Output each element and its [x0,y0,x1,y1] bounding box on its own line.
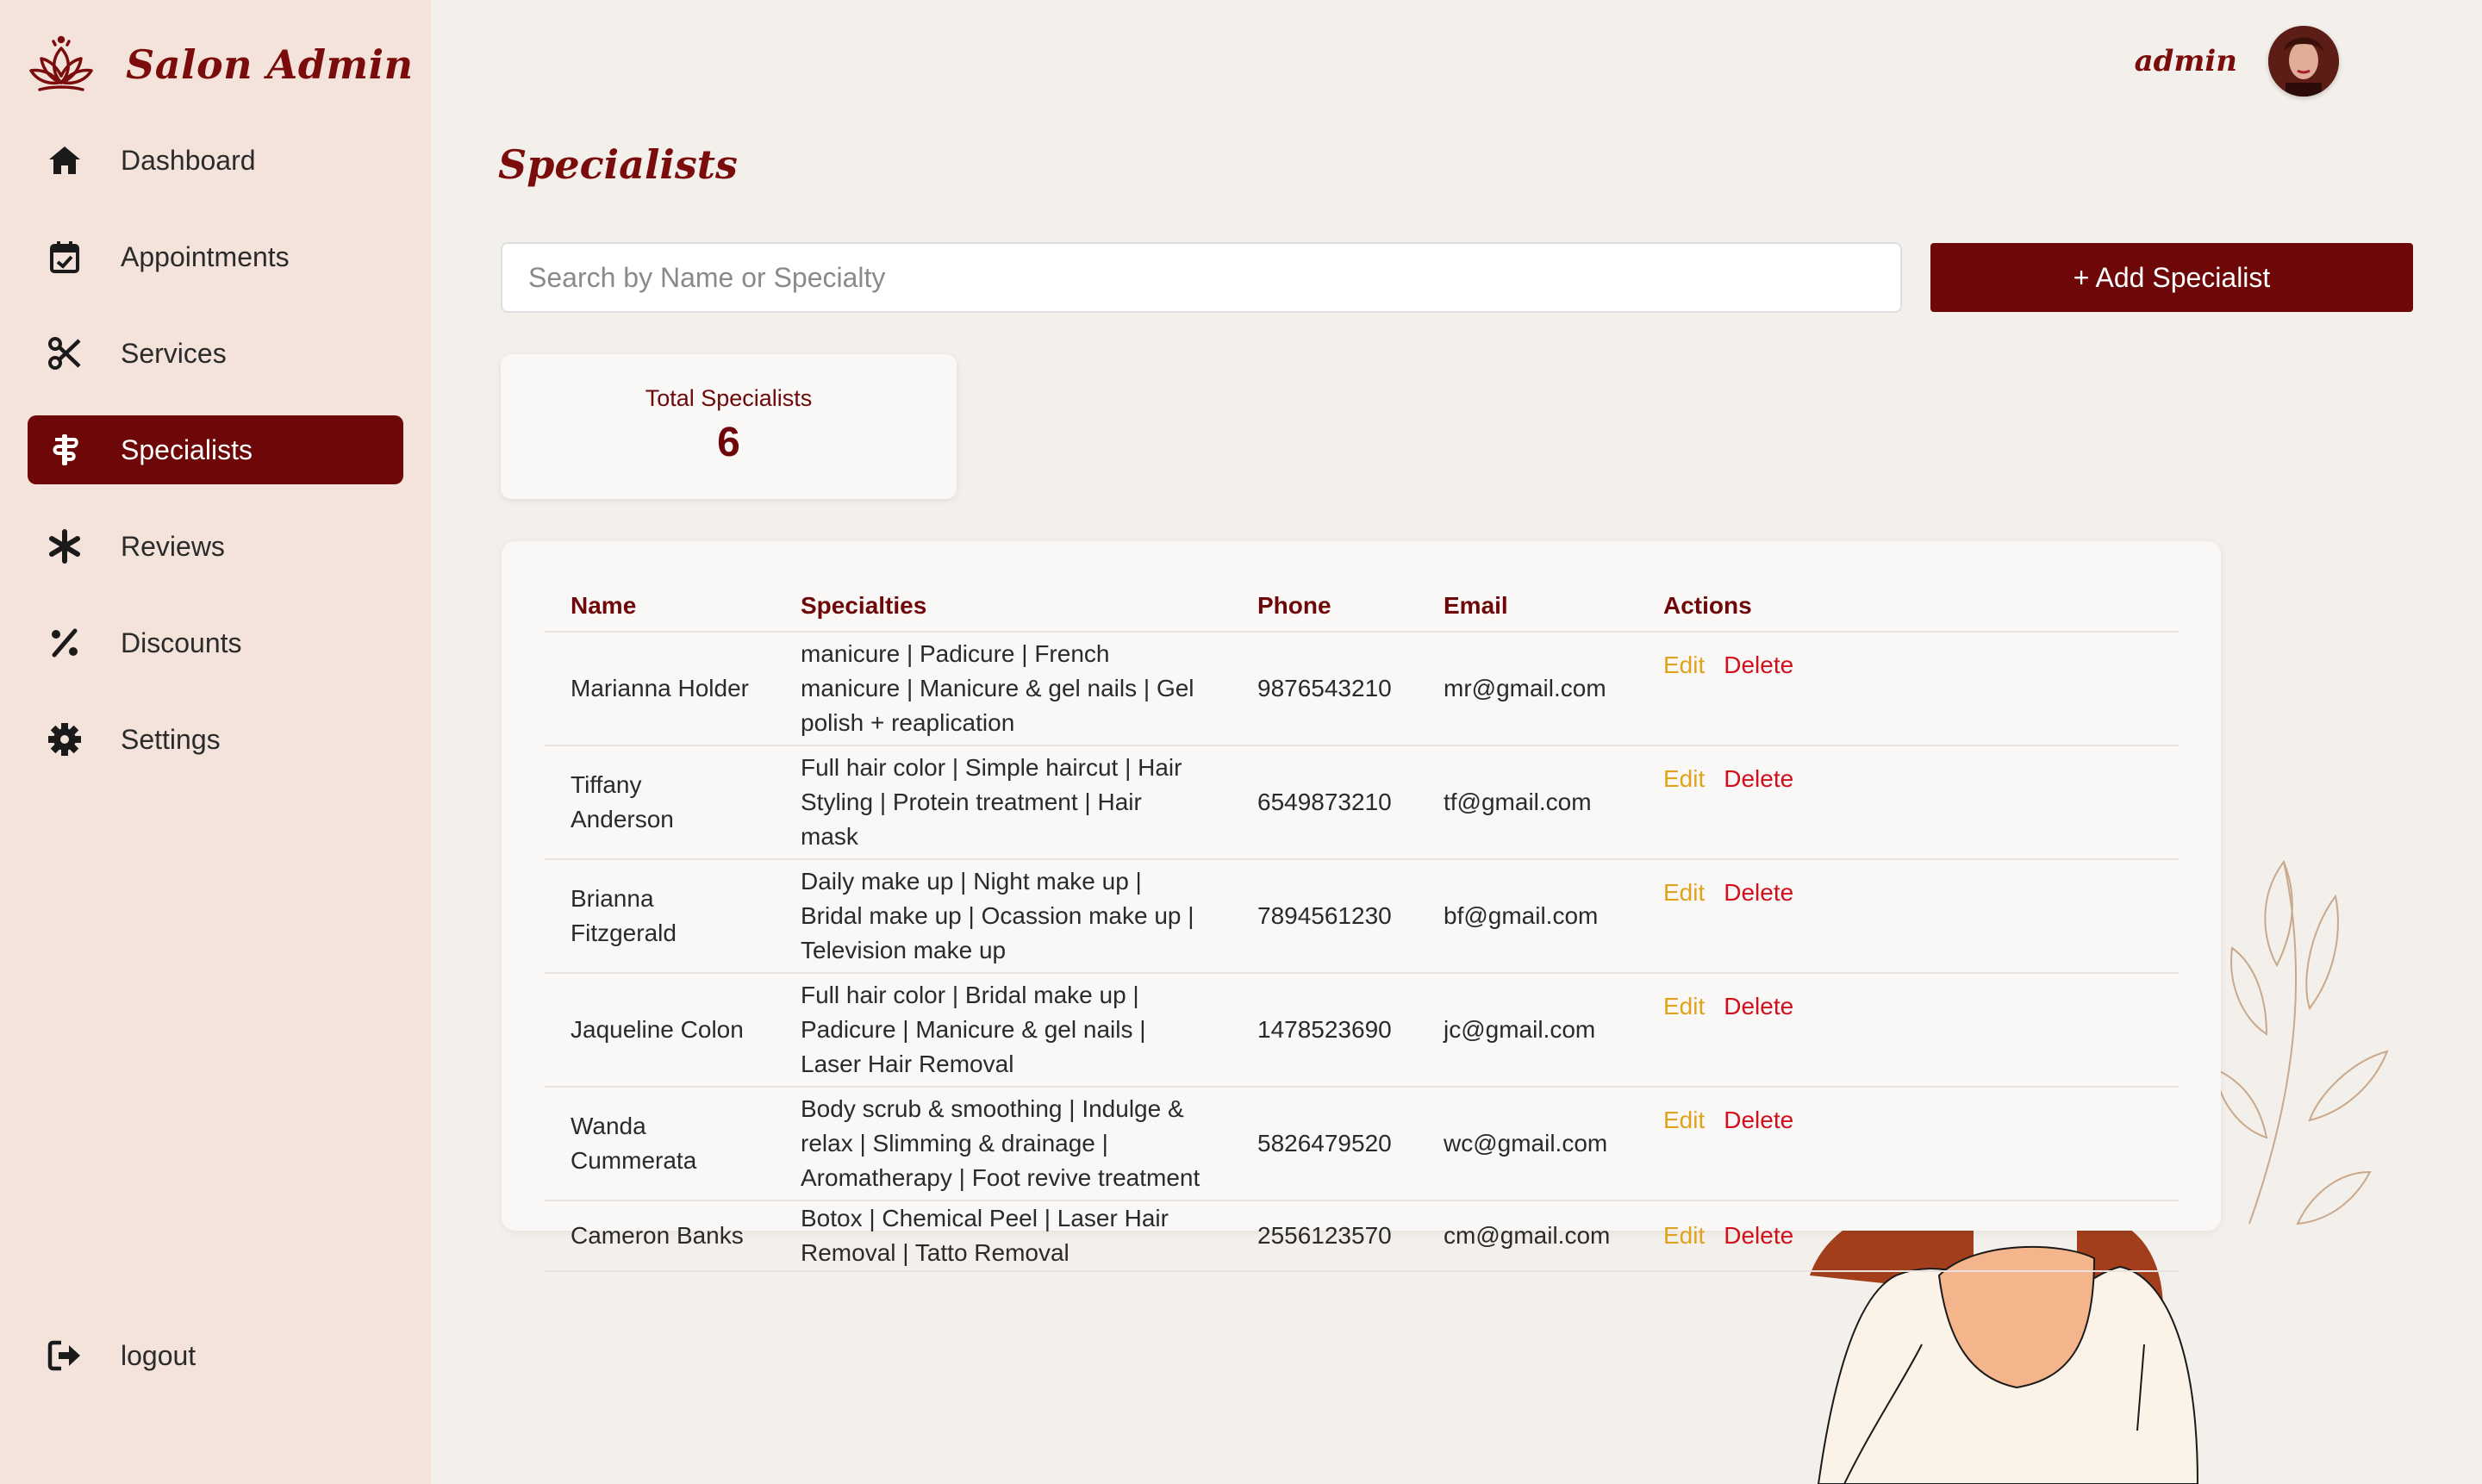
delete-button[interactable]: Delete [1724,765,1793,792]
search-input[interactable] [501,242,1902,313]
cell-name: Tiffany Anderson [545,745,775,860]
cell-name: Brianna Fitzgerald [545,859,775,974]
column-header-phone[interactable]: Phone [1232,581,1418,633]
gear-icon [47,721,83,758]
logout-button[interactable]: logout [28,1321,403,1390]
sidebar-item-settings[interactable]: Settings [28,705,403,774]
page-title: Specialists [498,141,738,188]
logout-label: logout [121,1339,196,1371]
logout-section: logout [28,1321,403,1418]
cell-phone: 5826479520 [1232,1087,1418,1201]
scissors-icon [47,335,83,371]
asterisk-icon [47,528,83,564]
stat-value: 6 [717,420,740,465]
edit-button[interactable]: Edit [1663,993,1705,1019]
column-header-name[interactable]: Name [545,581,775,633]
cell-email: mr@gmail.com [1418,632,1637,746]
sidebar-item-dashboard[interactable]: Dashboard [28,126,403,195]
cell-specialties: Botox | Chemical Peel | Laser Hair Remov… [775,1200,1232,1272]
sidebar-item-label: Services [121,337,227,369]
cell-phone: 7894561230 [1232,859,1418,974]
cell-name: Cameron Banks [545,1200,775,1272]
cell-actions: Edit Delete [1637,973,2179,1088]
sidebar-item-reviews[interactable]: Reviews [28,512,403,581]
cell-actions: Edit Delete [1637,859,2179,974]
cell-actions: Edit Delete [1637,1200,2179,1272]
column-header-specialties[interactable]: Specialties [775,581,1232,633]
cell-phone: 9876543210 [1232,632,1418,746]
edit-button[interactable]: Edit [1663,1222,1705,1249]
user-menu[interactable]: admin [2135,26,2339,97]
avatar[interactable] [2268,26,2339,97]
cell-actions: Edit Delete [1637,745,2179,860]
specialists-table-card: Name Specialties Phone Email Actions Mar… [502,541,2221,1272]
cell-email: bf@gmail.com [1418,859,1637,974]
cell-specialties: Full hair color | Simple haircut | Hair … [775,745,1232,860]
table-row: Marianna Holder manicure | Padicure | Fr… [545,632,2179,746]
table-row: Brianna Fitzgerald Daily make up | Night… [545,859,2179,974]
cell-phone: 6549873210 [1232,745,1418,860]
table-row: Wanda Cummerata Body scrub & smoothing |… [545,1087,2179,1201]
cell-specialties: Body scrub & smoothing | Indulge & relax… [775,1087,1232,1201]
table-header-row: Name Specialties Phone Email Actions [545,581,2179,633]
brand-title: Salon Admin [126,41,414,88]
table-row: Tiffany Anderson Full hair color | Simpl… [545,745,2179,860]
home-icon [47,142,83,178]
cell-specialties: manicure | Padicure | French manicure | … [775,632,1232,746]
delete-button[interactable]: Delete [1724,1107,1793,1133]
table-row: Jaqueline Colon Full hair color | Bridal… [545,973,2179,1088]
cell-phone: 2556123570 [1232,1200,1418,1272]
lotus-logo-icon [29,35,93,91]
cell-name: Jaqueline Colon [545,973,775,1088]
brand[interactable]: Salon Admin [26,26,414,103]
cell-specialties: Daily make up | Night make up | Bridal m… [775,859,1232,974]
cell-name: Marianna Holder [545,632,775,746]
cell-phone: 1478523690 [1232,973,1418,1088]
specialists-table: Name Specialties Phone Email Actions Mar… [545,581,2179,1272]
sidebar-item-label: Discounts [121,627,242,658]
staff-of-snake-icon [47,432,83,468]
table-row: Cameron Banks Botox | Chemical Peel | La… [545,1200,2179,1272]
delete-button[interactable]: Delete [1724,652,1793,678]
edit-button[interactable]: Edit [1663,879,1705,906]
sidebar-nav: Dashboard Appointments Services Speciali… [28,126,403,801]
sidebar-item-label: Dashboard [121,144,256,176]
cell-email: tf@gmail.com [1418,745,1637,860]
cell-actions: Edit Delete [1637,632,2179,746]
sidebar: Salon Admin Dashboard Appointments Servi… [0,0,431,1484]
sidebar-item-services[interactable]: Services [28,319,403,388]
sidebar-item-specialists[interactable]: Specialists [28,415,403,484]
edit-button[interactable]: Edit [1663,1107,1705,1133]
total-specialists-card: Total Specialists 6 [501,354,957,499]
add-specialist-button[interactable]: + Add Specialist [1930,243,2413,312]
calendar-check-icon [47,239,83,275]
logout-icon [47,1337,83,1374]
cell-specialties: Full hair color | Bridal make up | Padic… [775,973,1232,1088]
user-name: admin [2134,44,2237,78]
sidebar-item-label: Settings [121,723,221,755]
cell-email: jc@gmail.com [1418,973,1637,1088]
delete-button[interactable]: Delete [1724,1222,1793,1249]
cell-email: wc@gmail.com [1418,1087,1637,1201]
edit-button[interactable]: Edit [1663,652,1705,678]
column-header-email[interactable]: Email [1418,581,1637,633]
sidebar-item-appointments[interactable]: Appointments [28,222,403,291]
delete-button[interactable]: Delete [1724,993,1793,1019]
sidebar-item-label: Specialists [121,433,253,465]
stat-label: Total Specialists [645,385,813,411]
delete-button[interactable]: Delete [1724,879,1793,906]
edit-button[interactable]: Edit [1663,765,1705,792]
sidebar-item-label: Appointments [121,240,290,272]
avatar-image-icon [2268,26,2339,97]
sidebar-item-label: Reviews [121,530,225,562]
cell-email: cm@gmail.com [1418,1200,1637,1272]
column-header-actions: Actions [1637,581,2179,633]
cell-actions: Edit Delete [1637,1087,2179,1201]
sidebar-item-discounts[interactable]: Discounts [28,608,403,677]
percent-icon [47,625,83,661]
cell-name: Wanda Cummerata [545,1087,775,1201]
